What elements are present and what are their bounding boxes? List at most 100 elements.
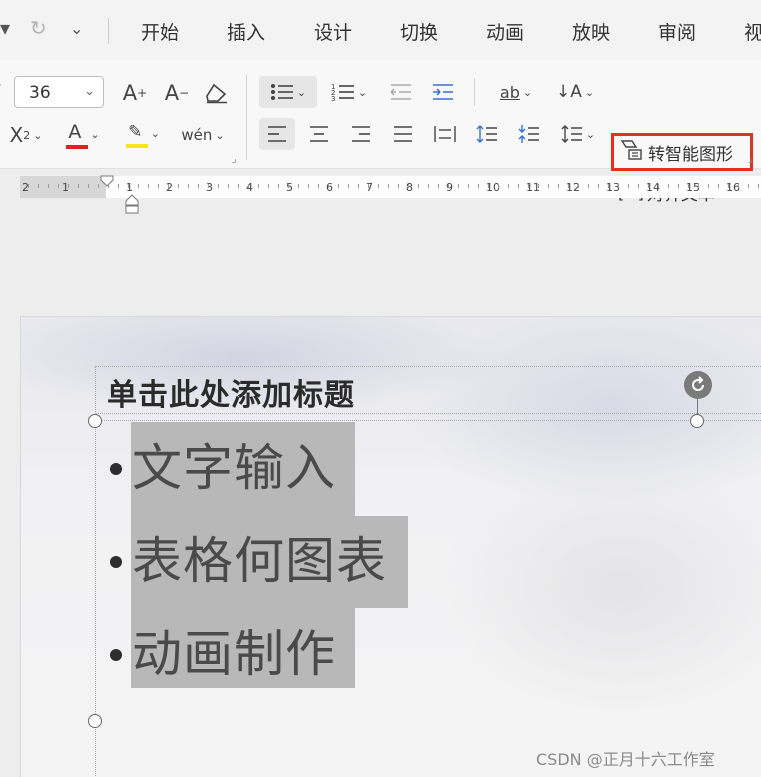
text-direction-icon[interactable]: ab ⌄ bbox=[494, 76, 538, 108]
ruler-tick bbox=[528, 184, 529, 188]
resize-handle[interactable] bbox=[88, 714, 102, 728]
ruler-tick bbox=[258, 184, 259, 188]
ruler-tick bbox=[428, 184, 429, 188]
phonetic-guide-icon[interactable]: wén ⌄ bbox=[178, 120, 228, 150]
paragraph-dialog-launcher-icon[interactable]: ⌟ bbox=[748, 154, 753, 165]
watermark: CSDN @正月十六工作室 bbox=[536, 750, 715, 769]
ruler-tick bbox=[678, 184, 679, 188]
align-right-icon[interactable] bbox=[344, 118, 378, 150]
ruler-tick bbox=[338, 184, 339, 188]
line-spacing-dropdown-icon[interactable]: ⌄ bbox=[556, 118, 600, 150]
list-item[interactable]: 文字输入 bbox=[132, 443, 336, 493]
ruler-tick bbox=[618, 184, 619, 188]
ruler-tick bbox=[248, 184, 249, 188]
ruler-tick bbox=[178, 184, 179, 188]
numbered-list-icon[interactable]: 123 ⌄ bbox=[326, 76, 372, 108]
align-left-icon[interactable] bbox=[259, 118, 295, 150]
list-item[interactable]: 动画制作 bbox=[132, 629, 336, 679]
redo-icon[interactable]: ↻ bbox=[30, 16, 47, 40]
ruler-tick bbox=[128, 184, 129, 188]
smartart-label: 转智能图形 bbox=[648, 144, 733, 165]
line-spacing-icon[interactable] bbox=[470, 118, 504, 150]
bullet-dot bbox=[110, 649, 122, 661]
convert-to-smartart-button[interactable]: 转智能图形 bbox=[611, 133, 753, 171]
ruler-tick bbox=[518, 184, 519, 188]
ruler-tick bbox=[318, 184, 319, 188]
ruler-tick bbox=[498, 184, 499, 188]
increase-indent-icon[interactable] bbox=[428, 76, 458, 108]
superscript-icon[interactable]: X 2 ⌄ bbox=[4, 120, 48, 150]
ruler-tick bbox=[78, 184, 79, 188]
justify-icon[interactable] bbox=[386, 118, 420, 150]
clear-format-icon[interactable] bbox=[202, 78, 232, 108]
slide-title-placeholder[interactable]: 单击此处添加标题 bbox=[107, 370, 355, 414]
tab-start[interactable]: 开始 bbox=[141, 18, 179, 45]
ruler-tick bbox=[208, 184, 209, 188]
ruler-tick bbox=[728, 184, 729, 188]
resize-handle[interactable] bbox=[690, 414, 704, 428]
tab-slideshow[interactable]: 放映 bbox=[572, 18, 610, 45]
divider bbox=[108, 18, 109, 44]
ruler-tick bbox=[688, 184, 689, 188]
tab-transition[interactable]: 切换 bbox=[400, 18, 438, 45]
horizontal-ruler[interactable]: 2 1 1 2 3 4 5 6 7 8 9 10 11 12 13 14 15 16 bbox=[20, 175, 761, 214]
ruler-tick bbox=[38, 184, 39, 188]
ribbon: ⁄ 36 ⌄ A+ A− X2⌄ A ⌄ ✎ ⌄ wén⌄ ⌟ ⌄ 123 ⌄ … bbox=[0, 60, 761, 205]
ruler-tick bbox=[568, 184, 569, 188]
ruler-tick bbox=[588, 184, 589, 188]
undo-dropdown-icon[interactable]: ▾ bbox=[0, 16, 10, 40]
ruler-tick bbox=[448, 184, 449, 188]
ruler-tick bbox=[648, 184, 649, 188]
ruler-tick bbox=[758, 184, 759, 188]
list-item[interactable]: 表格何图表 bbox=[132, 536, 387, 586]
ruler-tick bbox=[88, 184, 89, 188]
hanging-indent-marker[interactable] bbox=[124, 194, 140, 218]
ruler-tick bbox=[458, 184, 459, 188]
ruler-tick bbox=[558, 184, 559, 188]
tab-view[interactable]: 视 bbox=[744, 18, 761, 45]
bullet-list-icon[interactable]: ⌄ bbox=[259, 76, 317, 108]
resize-handle[interactable] bbox=[88, 414, 102, 428]
rotate-handle-icon[interactable] bbox=[684, 371, 712, 399]
ruler-tick bbox=[168, 184, 169, 188]
ruler-tick bbox=[198, 184, 199, 188]
quick-access-dropdown-icon[interactable]: ⌄ bbox=[70, 19, 83, 38]
chevron-down-icon[interactable]: ⌄ bbox=[84, 84, 95, 99]
ruler-tick bbox=[118, 184, 119, 188]
ruler-tick bbox=[268, 184, 269, 188]
ruler-tick bbox=[738, 184, 739, 188]
divider bbox=[474, 78, 475, 106]
ruler-tick bbox=[488, 184, 489, 188]
tab-insert[interactable]: 插入 bbox=[227, 18, 265, 45]
tab-animation[interactable]: 动画 bbox=[486, 18, 524, 45]
ruler-tick bbox=[468, 184, 469, 188]
ruler-tick bbox=[548, 184, 549, 188]
tab-review[interactable]: 审阅 bbox=[658, 18, 696, 45]
rotation-stem bbox=[697, 398, 698, 414]
distribute-icon[interactable] bbox=[428, 118, 462, 150]
ruler-tick bbox=[148, 184, 149, 188]
ruler-tick bbox=[278, 184, 279, 188]
font-dialog-launcher-icon[interactable]: ⌟ bbox=[232, 154, 237, 165]
ruler-tick bbox=[358, 184, 359, 188]
paragraph-spacing-icon[interactable] bbox=[512, 118, 546, 150]
increase-font-size-icon[interactable]: A + bbox=[120, 78, 150, 108]
ruler-tick bbox=[628, 184, 629, 188]
ruler-tick bbox=[368, 184, 369, 188]
ruler-tick bbox=[708, 184, 709, 188]
decrease-font-size-icon[interactable]: A − bbox=[162, 78, 192, 108]
font-size-input[interactable]: 36 ⌄ bbox=[14, 76, 104, 108]
ruler-tick bbox=[698, 184, 699, 188]
ruler-tick bbox=[48, 184, 49, 188]
align-center-icon[interactable] bbox=[302, 118, 336, 150]
first-line-indent-marker[interactable] bbox=[100, 172, 114, 191]
ruler-tick bbox=[388, 184, 389, 188]
highlight-color-icon[interactable]: ✎ ⌄ bbox=[120, 118, 168, 152]
ruler-tick bbox=[508, 184, 509, 188]
tab-design[interactable]: 设计 bbox=[314, 18, 352, 45]
decrease-indent-icon[interactable] bbox=[386, 76, 416, 108]
ruler-tick bbox=[478, 184, 479, 188]
line-spacing-sort-icon[interactable]: ↓A ⌄ bbox=[552, 76, 598, 108]
ruler-tick bbox=[398, 184, 399, 188]
font-color-icon[interactable]: A ⌄ bbox=[62, 118, 106, 152]
